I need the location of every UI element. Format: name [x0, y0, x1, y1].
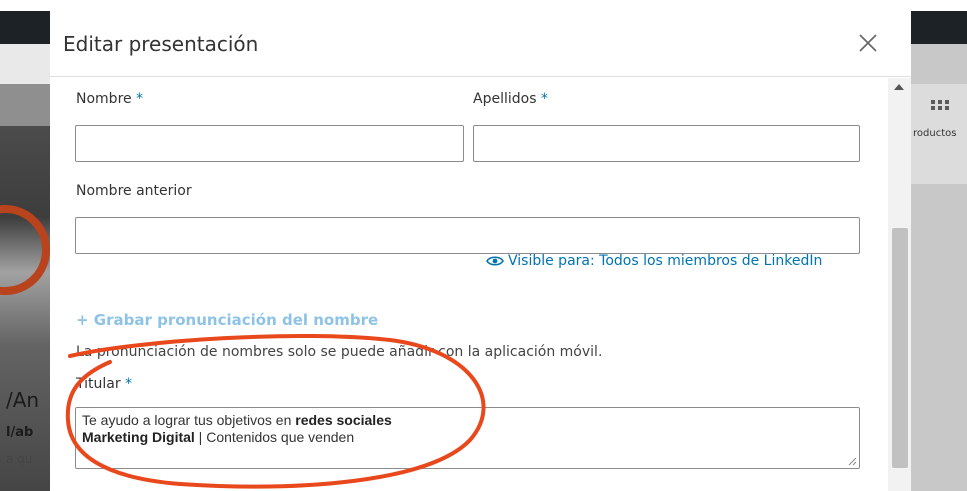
modal-scrollbar[interactable]	[888, 78, 911, 491]
eye-icon	[486, 256, 504, 266]
former-name-label: Nombre anterior	[76, 183, 192, 199]
modal-title: Editar presentación	[63, 32, 259, 56]
headline-text: Te ayudo a lograr tus objetivos en	[82, 412, 296, 428]
required-mark: *	[125, 376, 133, 392]
background-left-text-1: /An	[6, 388, 40, 412]
modal-header: Editar presentación	[50, 11, 911, 77]
former-name-input[interactable]	[75, 217, 860, 254]
last-name-label-text: Apellidos	[473, 91, 537, 107]
first-name-label: Nombre *	[76, 91, 143, 107]
last-name-input[interactable]	[473, 125, 860, 162]
record-pronunciation-link[interactable]: + Grabar pronunciación del nombre	[76, 311, 378, 329]
resize-handle-icon[interactable]	[847, 456, 857, 466]
close-icon	[859, 34, 877, 52]
first-name-input[interactable]	[75, 125, 464, 162]
background-top-strip	[0, 0, 967, 11]
first-name-label-text: Nombre	[76, 91, 132, 107]
required-mark: *	[136, 91, 144, 107]
headline-bold-text: Marketing Digital	[82, 429, 195, 445]
edit-intro-modal: Editar presentación Nombre * Apellidos *…	[50, 11, 911, 491]
background-right-label: roductos	[913, 128, 957, 139]
headline-line-1: Te ayudo a lograr tus objetivos en redes…	[82, 412, 853, 429]
grid-icon	[929, 100, 951, 114]
headline-label-text: Titular	[76, 376, 121, 392]
headline-bold-text: redes sociales	[295, 412, 392, 428]
scrollbar-thumb[interactable]	[892, 228, 908, 468]
required-mark: *	[540, 91, 548, 107]
scroll-up-arrow-icon[interactable]	[894, 84, 904, 90]
background-left-text-2: l/ab	[6, 425, 34, 440]
headline-label: Titular *	[76, 376, 132, 392]
visibility-text: Visible para: Todos los miembros de Link…	[508, 253, 823, 269]
background-left-text-3: a qu	[6, 452, 33, 466]
pronunciation-note: La pronunciación de nombres solo se pued…	[76, 344, 603, 360]
last-name-label: Apellidos *	[473, 91, 548, 107]
headline-text: | Contenidos que venden	[194, 429, 355, 445]
close-button[interactable]	[856, 31, 880, 55]
visibility-link[interactable]: Visible para: Todos los miembros de Link…	[486, 253, 822, 269]
headline-line-2: Marketing Digital | Contenidos que vende…	[82, 429, 853, 446]
headline-textarea[interactable]: Te ayudo a lograr tus objetivos en redes…	[75, 407, 860, 469]
modal-body: Nombre * Apellidos * Nombre anterior Vis…	[50, 78, 888, 491]
